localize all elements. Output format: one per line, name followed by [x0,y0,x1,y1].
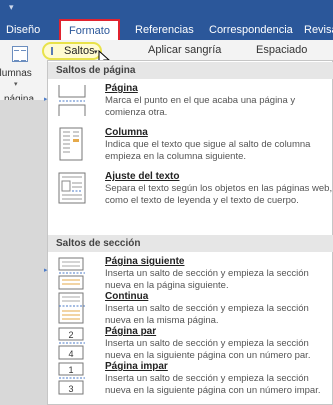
item-desc: Inserta un salto de sección y empieza la… [105,373,321,396]
tab-revisar[interactable]: Revisa [304,20,333,40]
item-title: Ajuste del texto [105,171,180,182]
continuous-section-icon [58,292,85,324]
item-desc: Separa el texto según los objetos en las… [105,183,333,206]
saltos-label: Saltos [64,45,95,57]
menu-item-odd-page[interactable]: 1 3 Página impar Inserta un salto de sec… [48,359,333,403]
tab-correspondencia[interactable]: Correspondencia [209,20,293,40]
spacing-label: Espaciado [256,44,308,56]
tab-referencias[interactable]: Referencias [135,20,194,40]
columns-label[interactable]: olumnas [0,68,32,79]
indent-label: Aplicar sangría [148,44,222,56]
ribbon-tab-bar: ▾ Diseño Formato Referencias Corresponde… [0,0,333,41]
arrow-right-icon: ▸ [44,96,48,103]
item-title: Página par [105,326,157,337]
menu-item-page-break[interactable]: ▸ Página Marca el punto en el que acaba … [44,81,333,127]
menu-item-column-break[interactable]: Columna Indica que el texto que sigue al… [48,125,333,165]
saltos-button[interactable]: Saltos ▾ [42,42,102,60]
page-breaks-header: Saltos de página [48,62,333,79]
svg-text:4: 4 [68,349,73,359]
column-break-icon [59,127,83,161]
menu-item-even-page[interactable]: 2 4 Página par Inserta un salto de secci… [48,324,333,364]
svg-text:1: 1 [68,365,73,375]
section-breaks-header: Saltos de sección [48,235,333,252]
item-desc: Indica que el texto que sigue al salto d… [105,139,311,162]
item-desc: Marca el punto en el que acaba una págin… [105,95,296,118]
menu-item-text-wrapping[interactable]: Ajuste del texto Separa el texto según l… [48,169,333,219]
menu-item-continuous[interactable]: Continua Inserta un salto de sección y e… [48,289,333,329]
item-title: Página siguiente [105,256,185,267]
chevron-down-icon[interactable]: ▾ [14,80,18,88]
menu-item-next-page[interactable]: ▸ Página siguiente Inserta un salto de s… [44,254,333,294]
tab-formato[interactable]: Formato [59,19,120,41]
item-title: Página impar [105,361,168,372]
columns-icon[interactable] [12,46,28,62]
breaks-icon [51,47,63,55]
next-page-section-icon [58,257,85,290]
document-area [0,100,47,405]
text-wrapping-icon [58,172,86,204]
item-title: Columna [105,127,148,138]
chevron-down-icon: ▾ [94,49,98,56]
quick-access-icon[interactable]: ▾ [9,2,15,13]
even-page-section-icon: 2 4 [58,327,85,360]
item-title: Página [105,83,138,94]
item-title: Continua [105,291,149,302]
page-break-icon [58,85,86,116]
breaks-dropdown-menu: Saltos de página ▸ Página Marca el punto… [44,60,333,405]
tab-diseno[interactable]: Diseño [6,20,40,40]
arrow-right-icon: ▸ [44,267,48,274]
svg-text:3: 3 [68,384,73,394]
svg-text:2: 2 [68,330,73,340]
odd-page-section-icon: 1 3 [58,362,85,395]
